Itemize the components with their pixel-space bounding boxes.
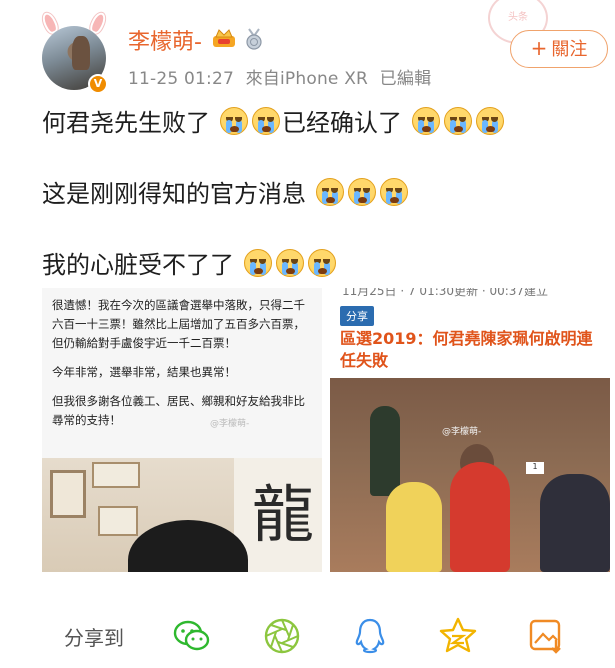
post-image-left[interactable]: 很遺憾！我在今次的區議會選舉中落敗，只得二千六百一十三票！雖然比上屆增加了五百多… [42,288,322,572]
post-text-line-1: 何君尧先生败了 已经确认了 [42,103,506,138]
post-text: 我的心脏受不了了 [42,251,234,279]
crying-emoji-icon [380,177,408,206]
moments-icon[interactable] [262,616,302,656]
image-watermark: @李檬萌- [442,427,482,437]
crying-emoji-icon [276,248,304,277]
medal-badge-icon[interactable] [244,28,264,50]
person-figure [450,462,510,572]
avatar[interactable]: V [39,10,112,94]
crying-emoji-icon [412,106,440,135]
post-text: 何君尧先生败了 [42,109,210,137]
follow-label: 關注 [551,39,588,60]
crying-emoji-icon [308,248,336,277]
crying-emoji-icon [244,248,272,277]
wall-frame [98,506,138,536]
image-quote-text: 很遺憾！我在今次的區議會選舉中落敗，只得二千六百一十三票！雖然比上屆增加了五百多… [52,296,316,440]
quote-paragraph: 今年非常，選舉非常，結果也異常！ [52,365,236,379]
meeting-photo: @李檬萌- 1 [330,378,610,572]
save-image-icon[interactable] [526,616,566,656]
quote-paragraph: 很遺憾！我在今次的區議會選舉中落敗，只得二千六百一十三票！雖然比上屆增加了五百多… [52,298,305,350]
wechat-icon[interactable] [172,616,212,656]
person-figure [370,406,400,496]
wall-frame [92,462,140,488]
wall-frame [50,470,86,518]
crying-emoji-icon [252,106,280,135]
crying-emoji-icon [348,177,376,206]
post-text-line-2: 这是刚刚得知的官方消息 [42,174,410,209]
share-label: 分享到 [64,626,124,650]
crown-badge-icon[interactable] [212,28,236,48]
person-figure [540,474,610,572]
news-timestamp: 11月25日 · 7 01:30更新 · 00:37建立 [342,288,549,298]
crying-emoji-icon [220,106,248,135]
post-source[interactable]: 來自iPhone XR [246,69,368,89]
post-image-right[interactable]: 11月25日 · 7 01:30更新 · 00:37建立 分享 區選2019：何… [330,288,610,572]
crying-emoji-icon [476,106,504,135]
follow-button[interactable]: + 關注 [510,30,608,68]
user-name[interactable]: 李檬萌- [128,24,202,56]
crying-emoji-icon [316,177,344,206]
plus-icon: + [530,36,548,60]
crying-emoji-icon [444,106,472,135]
image-watermark: @李檬萌- [210,419,250,429]
verified-badge-icon: V [88,74,108,94]
post-edited[interactable]: 已編輯 [380,69,432,89]
share-toolbar: 分享到 [0,602,615,668]
news-headline: 區選2019：何君堯陳家珮何啟明連任失敗 [340,329,593,370]
post-time: 11-25 01:27 [128,69,234,89]
qq-icon[interactable] [350,616,390,656]
qzone-icon[interactable] [438,616,478,656]
person-head [128,520,248,572]
post-meta: 11-25 01:27 來自iPhone XR 已編輯 [128,64,437,89]
table-sign: 1 [526,462,544,474]
share-tag: 分享 [340,306,374,326]
post-text: 这是刚刚得知的官方消息 [42,180,306,208]
office-photo: 龍 [42,458,322,572]
post-text: 已经确认了 [282,109,402,137]
post-text-line-3: 我的心脏受不了了 [42,245,338,280]
quote-paragraph: 但我很多謝各位義工、居民、鄉親和好友給我非比尋常的支持！ [52,394,305,427]
avatar-horse [72,36,90,70]
person-figure [386,482,442,572]
